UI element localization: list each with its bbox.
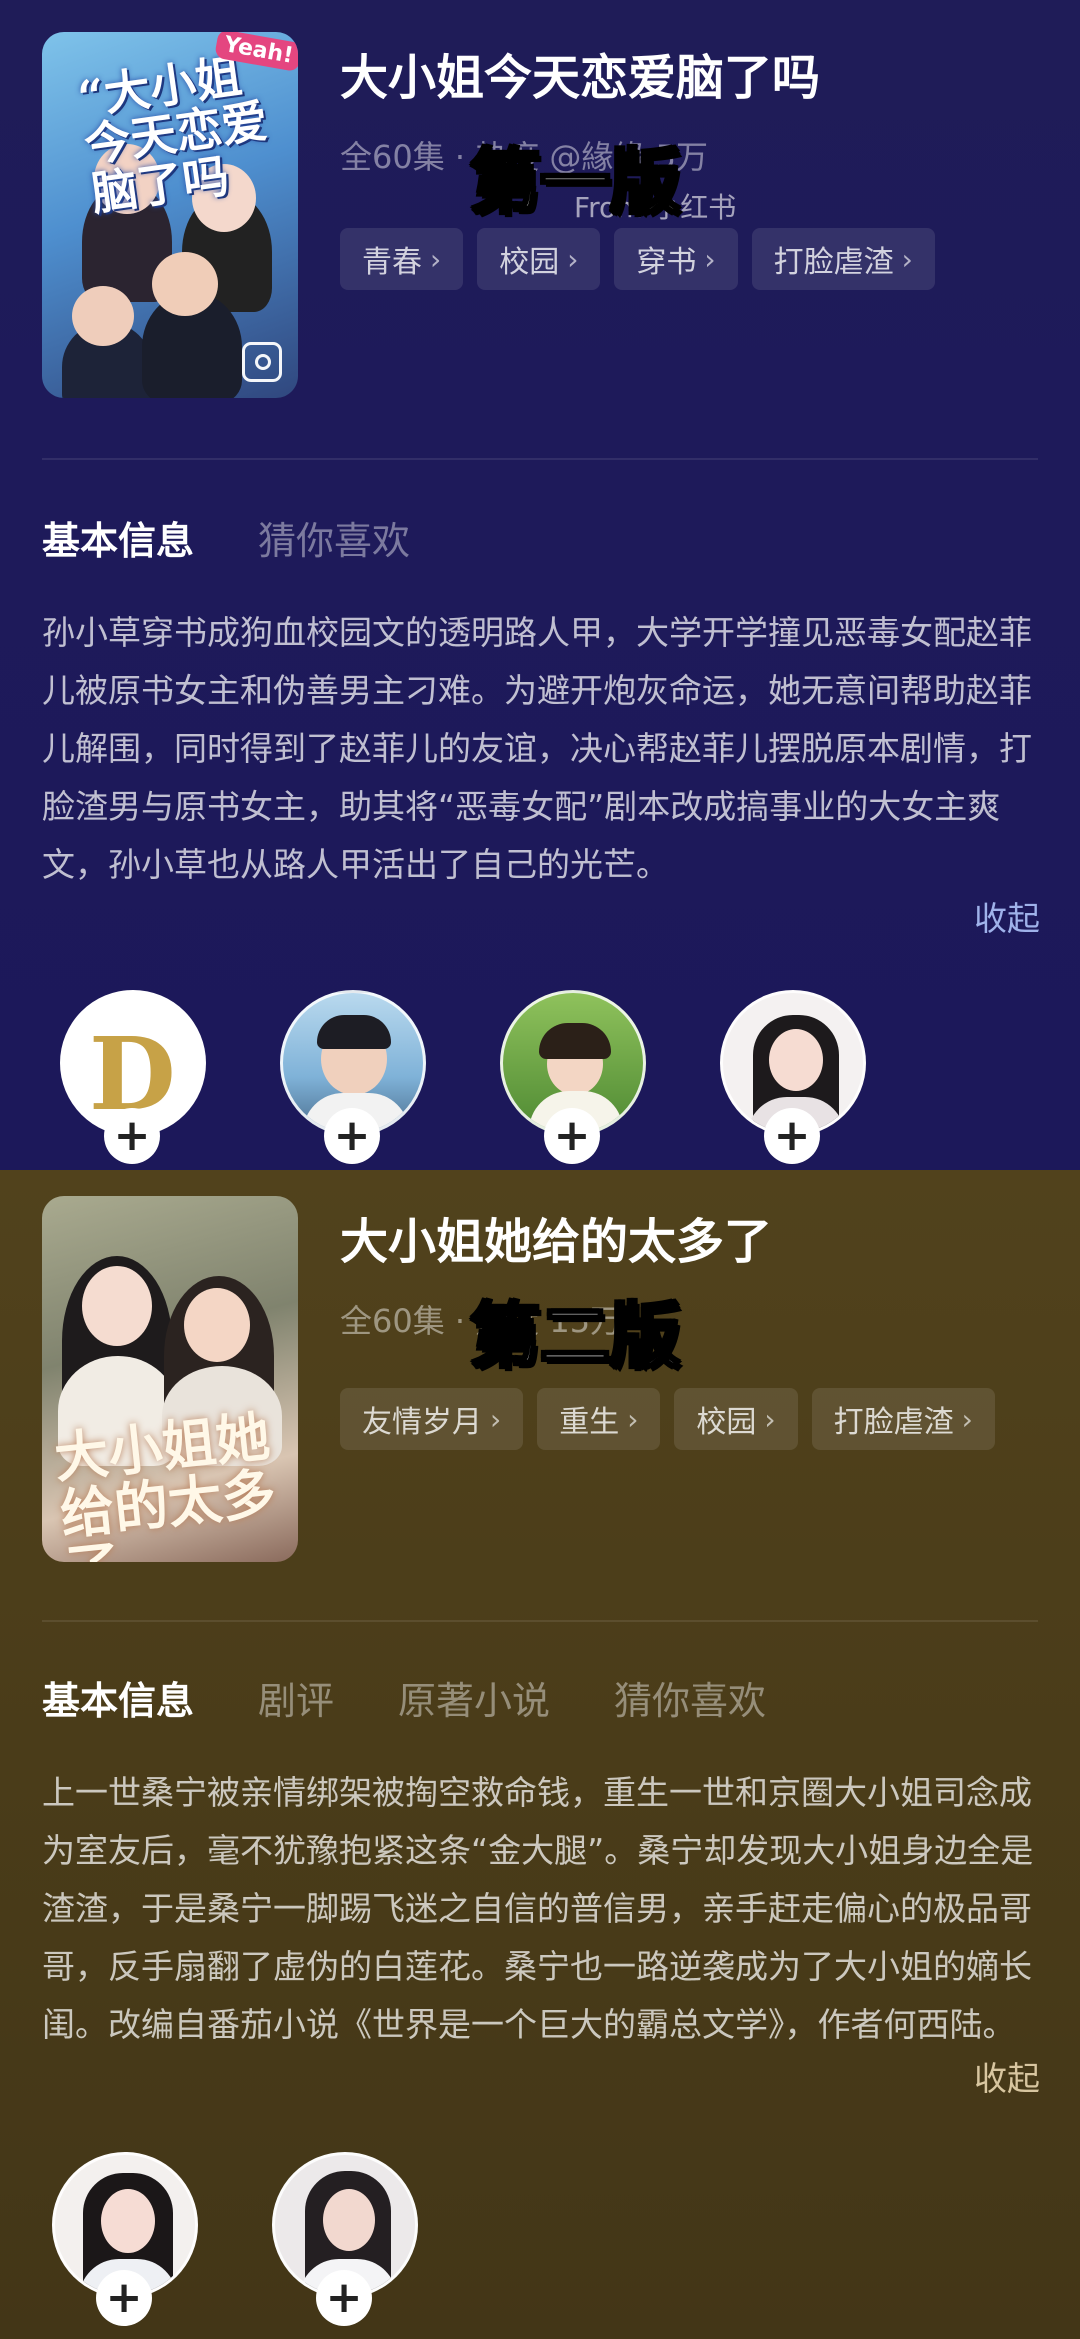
drama-card-version-2: 大小姐她给的太多了 大小姐她给的太多了 全60集 · 热度 15万 第二版 友情… xyxy=(0,1170,1080,2339)
poster-image[interactable]: 大小姐她给的太多了 xyxy=(42,1196,298,1562)
follow-plus-icon[interactable]: + xyxy=(324,1108,380,1164)
tab-reviews[interactable]: 剧评 xyxy=(258,1670,334,1725)
tab-recommendations[interactable]: 猜你喜欢 xyxy=(614,1670,766,1725)
synopsis-text: 孙小草穿书成狗血校园文的透明路人甲，大学开学撞见恶毒女配赵菲儿被原书女主和伪善男… xyxy=(42,613,1032,884)
cast-avatar[interactable]: + xyxy=(272,2152,418,2326)
chevron-right-icon: › xyxy=(704,242,716,276)
collapse-link[interactable]: 收起 xyxy=(974,2052,1040,2100)
drama-title: 大小姐她给的太多了 xyxy=(340,1214,773,1270)
follow-plus-icon[interactable]: + xyxy=(764,1108,820,1164)
follow-plus-icon[interactable]: + xyxy=(104,1108,160,1164)
cast-avatar[interactable]: + xyxy=(500,990,646,1164)
drama-card-version-1: “大小姐今天恋爱脑了吗 Yeah! 大小姐今天恋爱脑了吗 全60集 · 热度 @… xyxy=(0,0,1080,1170)
chevron-right-icon: › xyxy=(764,1402,776,1436)
chevron-right-icon: › xyxy=(490,1402,502,1436)
tab-original-novel[interactable]: 原著小说 xyxy=(398,1670,550,1725)
poster-caption: 大小姐她给的太多了 xyxy=(51,1403,279,1562)
genre-tag[interactable]: 重生 › xyxy=(537,1388,661,1450)
genre-tag[interactable]: 穿书 › xyxy=(614,228,738,290)
follow-plus-icon[interactable]: + xyxy=(544,1108,600,1164)
genre-tag[interactable]: 青春 › xyxy=(340,228,464,290)
genre-tag[interactable]: 打脸虐渣 › xyxy=(811,1388,995,1450)
synopsis-text: 上一世桑宁被亲情绑架被掏空救命钱，重生一世和京圈大小姐司念成为室友后，毫不犹豫抱… xyxy=(42,1773,1034,2044)
cast-avatar[interactable]: D + xyxy=(60,990,206,1164)
tab-basic-info[interactable]: 基本信息 xyxy=(42,510,194,565)
poster-caption: “大小姐今天恋爱脑了吗 xyxy=(74,48,271,221)
version-overlay-label: 第一版 xyxy=(469,140,682,225)
divider xyxy=(42,458,1038,460)
version-overlay-label: 第二版 xyxy=(469,1294,682,1379)
divider xyxy=(42,1620,1038,1622)
genre-tag[interactable]: 校园 › xyxy=(477,228,601,290)
genre-tags: 友情岁月 › 重生 › 校园 › 打脸虐渣 › xyxy=(340,1388,995,1450)
cast-avatar[interactable]: + xyxy=(720,990,866,1164)
drama-title: 大小姐今天恋爱脑了吗 xyxy=(340,50,821,106)
chevron-right-icon: › xyxy=(627,1402,639,1436)
cast-avatars: D + + + + xyxy=(60,990,866,1164)
chevron-right-icon: › xyxy=(901,242,913,276)
follow-plus-icon[interactable]: + xyxy=(96,2270,152,2326)
genre-tags: 青春 › 校园 › 穿书 › 打脸虐渣 › xyxy=(340,228,935,290)
chevron-right-icon: › xyxy=(430,242,442,276)
collapse-link[interactable]: 收起 xyxy=(974,892,1040,940)
tab-basic-info[interactable]: 基本信息 xyxy=(42,1670,194,1725)
genre-tag[interactable]: 友情岁月 › xyxy=(340,1388,524,1450)
chevron-right-icon: › xyxy=(961,1402,973,1436)
info-tabs: 基本信息 剧评 原著小说 猜你喜欢 xyxy=(42,1670,766,1725)
cast-avatars: + + xyxy=(52,2152,418,2326)
info-tabs: 基本信息 猜你喜欢 xyxy=(42,510,410,565)
cast-avatar[interactable]: + xyxy=(280,990,426,1164)
cast-avatar[interactable]: + xyxy=(52,2152,198,2326)
poster-image[interactable]: “大小姐今天恋爱脑了吗 Yeah! xyxy=(42,32,298,398)
genre-tag[interactable]: 校园 › xyxy=(674,1388,798,1450)
chevron-right-icon: › xyxy=(567,242,579,276)
tab-recommendations[interactable]: 猜你喜欢 xyxy=(258,510,410,565)
save-image-icon[interactable] xyxy=(242,342,282,382)
genre-tag[interactable]: 打脸虐渣 › xyxy=(751,228,935,290)
follow-plus-icon[interactable]: + xyxy=(316,2270,372,2326)
